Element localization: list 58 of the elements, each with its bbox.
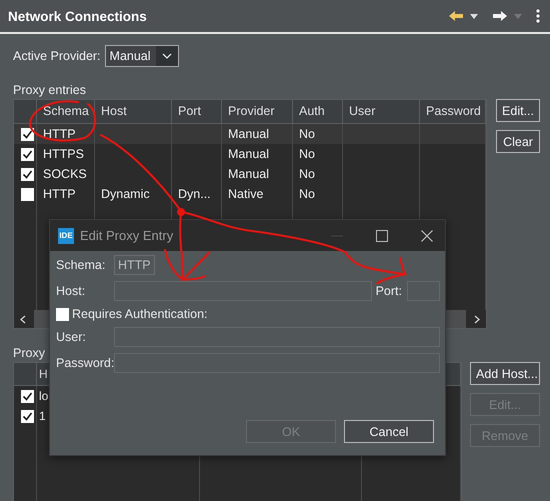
scroll-left-icon: [20, 314, 26, 324]
table-cell: Manual: [222, 124, 293, 144]
back-arrow-icon: [448, 10, 464, 22]
table-cell: Dynamic: [95, 184, 172, 204]
field-label: Active Provider:: [13, 49, 101, 63]
column-header[interactable]: Password: [420, 100, 486, 124]
field-label: Port:: [376, 284, 402, 298]
panel-title: Network Connections: [8, 8, 147, 24]
table-cell: Dyn...: [172, 184, 222, 204]
more-icon: [536, 9, 540, 23]
edit-button[interactable]: Edit...: [496, 99, 540, 122]
column-header[interactable]: Port: [172, 100, 222, 124]
table-cell: Native: [222, 184, 293, 204]
caret-icon: [470, 14, 478, 18]
table-cell: HTTP: [37, 184, 95, 204]
checkbox[interactable]: [21, 188, 34, 200]
section-label: Proxy: [13, 345, 46, 362]
scroll-right-icon: [474, 314, 480, 324]
table-cell: No: [293, 184, 343, 204]
checkbox[interactable]: [21, 410, 34, 422]
schema-field[interactable]: HTTP: [114, 255, 155, 275]
section-label: Proxy entries: [13, 82, 87, 99]
table-cell: Manual: [222, 144, 293, 164]
checkbox[interactable]: [56, 308, 69, 320]
column-header[interactable]: Auth: [293, 100, 343, 124]
provider-dropdown[interactable]: Manual: [104, 45, 179, 67]
checkbox-label: Requires Authentication:: [72, 307, 208, 321]
checkbox[interactable]: [21, 148, 34, 160]
column-header[interactable]: User: [343, 100, 420, 124]
checkbox[interactable]: [21, 128, 34, 140]
field-label: Password:: [56, 356, 114, 370]
column-header[interactable]: Provider: [222, 100, 293, 124]
checkbox[interactable]: [21, 168, 34, 180]
table-cell: SOCKS: [37, 164, 95, 184]
column-header[interactable]: Host: [95, 100, 172, 124]
host-field[interactable]: [114, 281, 372, 301]
table-cell: Manual: [222, 164, 293, 184]
maximize-icon: [376, 230, 388, 242]
caret-icon: [514, 14, 522, 18]
add-host-button[interactable]: Add Host...: [470, 362, 540, 385]
table-cell: HTTPS: [37, 144, 95, 164]
selected-row[interactable]: HTTP Manual No: [14, 124, 486, 144]
column-header[interactable]: Schema: [37, 100, 95, 124]
forward-arrow-icon: [492, 10, 508, 22]
table-cell: HTTP: [37, 124, 95, 144]
cancel-button[interactable]: Cancel: [344, 420, 434, 443]
field-label: Host:: [56, 284, 86, 298]
table-cell: No: [293, 164, 343, 184]
close-icon: [421, 230, 433, 242]
dialog-title: Edit Proxy Entry: [80, 228, 174, 243]
table-cell: No: [293, 144, 343, 164]
field-label: User:: [56, 330, 87, 344]
clear-button[interactable]: Clear: [496, 130, 540, 153]
checkbox[interactable]: [21, 390, 34, 402]
chevron-down-icon: [162, 53, 172, 59]
field-label: Schema:: [56, 258, 106, 272]
table-cell: No: [293, 124, 343, 144]
app-logo: IDE: [58, 228, 74, 244]
